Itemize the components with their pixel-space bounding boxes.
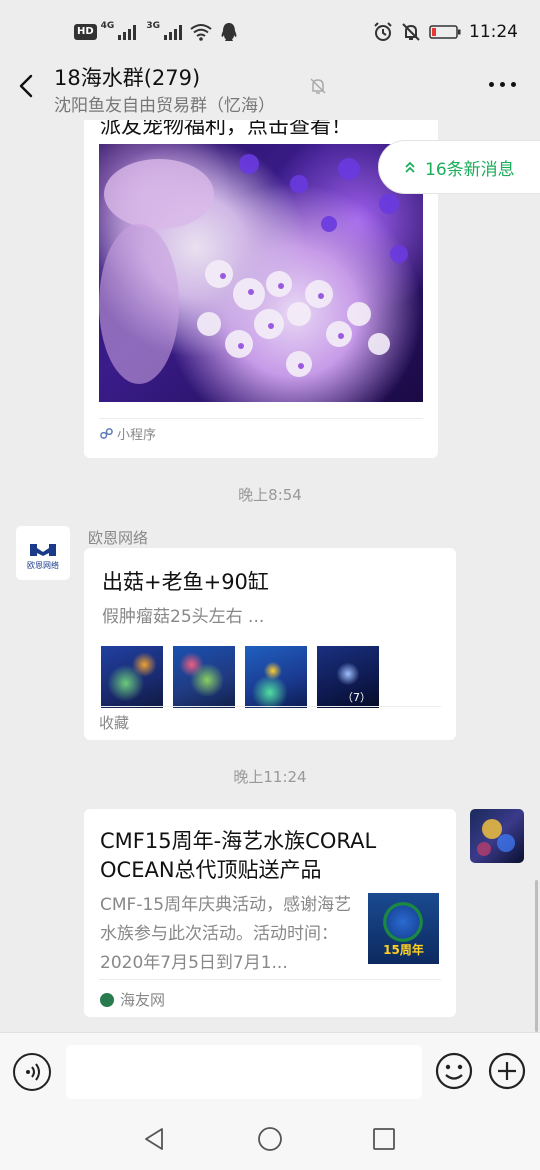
nav-back-icon[interactable]	[142, 1126, 168, 1152]
chat-area[interactable]: 派友宠物福利，点击查看！ 小程序 16条新消息 晚上8:54 欧恩网络 欧恩网络…	[0, 120, 540, 1032]
thumbnail: （7）	[317, 646, 379, 708]
mini-program-footer: 小程序	[100, 424, 156, 443]
avatar[interactable]: 欧恩网络	[16, 526, 70, 580]
more-icon[interactable]	[489, 82, 516, 87]
favorite-card[interactable]: 出菇+老鱼+90缸 假肿瘤菇25头左右 ... （7） 收藏	[84, 548, 456, 740]
divider	[99, 979, 441, 980]
double-chevron-up-icon	[405, 161, 415, 173]
mini-program-icon	[100, 428, 113, 439]
link-card[interactable]: CMF15周年-海艺水族CORAL OCEAN总代顶贴送产品 CMF-15周年庆…	[84, 809, 456, 1017]
sender-name: 欧恩网络	[88, 529, 149, 547]
message-input[interactable]	[66, 1045, 422, 1099]
divider	[99, 706, 441, 707]
network-type-label: 4G	[100, 21, 115, 31]
link-title: CMF15周年-海艺水族CORAL OCEAN总代顶贴送产品	[100, 829, 377, 882]
favorite-title: 出菇+老鱼+90缸	[102, 570, 269, 594]
divider	[99, 418, 423, 419]
image-count: （7）	[342, 691, 371, 704]
source-icon	[100, 992, 114, 1007]
link-source: 海友网	[120, 991, 166, 1009]
input-bar	[0, 1032, 540, 1112]
wifi-icon	[190, 24, 212, 41]
status-left: HD 4G 3G	[74, 20, 238, 44]
status-right: 11:24	[373, 20, 518, 44]
emoji-icon[interactable]	[434, 1051, 474, 1091]
new-messages-label: 16条新消息	[425, 159, 515, 180]
link-description: CMF-15周年庆典活动，感谢海艺水族参与此次活动。活动时间：2020年7月5日…	[100, 895, 352, 973]
network-type-label: 3G	[146, 21, 160, 31]
hd-icon: HD	[74, 24, 97, 40]
link-thumbnail: 15周年	[368, 893, 439, 964]
signal-icon	[118, 24, 137, 40]
new-messages-button[interactable]: 16条新消息	[378, 140, 540, 194]
mute-icon	[310, 78, 326, 94]
nav-recent-icon[interactable]	[373, 1128, 395, 1150]
notifications-off-icon	[402, 23, 420, 41]
timestamp: 晚上11:24	[233, 768, 307, 786]
signal-icon	[163, 24, 182, 40]
status-time: 11:24	[469, 22, 518, 42]
chat-subtitle: 沈阳鱼友自由贸易群（忆海）	[54, 96, 275, 116]
thumbnail	[101, 646, 163, 708]
nav-home-icon[interactable]	[257, 1126, 283, 1152]
avatar-logo-text: 欧恩网络	[27, 560, 59, 570]
chat-title: 18海水群(279)	[54, 66, 201, 90]
voice-icon[interactable]	[13, 1053, 51, 1091]
link-thumbnail-text: 15周年	[383, 943, 424, 957]
thumbnail	[245, 646, 307, 708]
battery-icon	[429, 25, 461, 39]
coral-image	[99, 144, 423, 402]
navigation-bar	[0, 1112, 540, 1170]
my-avatar[interactable]	[470, 809, 524, 863]
timestamp: 晚上8:54	[238, 486, 302, 504]
favorite-description: 假肿瘤菇25头左右 ...	[102, 607, 265, 627]
alarm-icon	[374, 22, 392, 41]
back-icon[interactable]	[14, 72, 42, 100]
chat-header: 18海水群(279) 沈阳鱼友自由贸易群（忆海）	[0, 64, 540, 120]
link-footer: 海友网	[100, 989, 165, 1010]
favorite-footer: 收藏	[99, 714, 130, 732]
favorite-thumbnails: （7）	[101, 646, 379, 708]
status-bar: HD 4G 3G 11:24	[0, 0, 540, 64]
scrollbar[interactable]	[535, 880, 538, 1032]
plus-icon[interactable]	[488, 1052, 526, 1090]
mini-program-title: 派友宠物福利，点击查看！	[100, 120, 352, 138]
qq-icon	[221, 23, 237, 41]
mini-program-label: 小程序	[117, 428, 157, 443]
thumbnail	[173, 646, 235, 708]
